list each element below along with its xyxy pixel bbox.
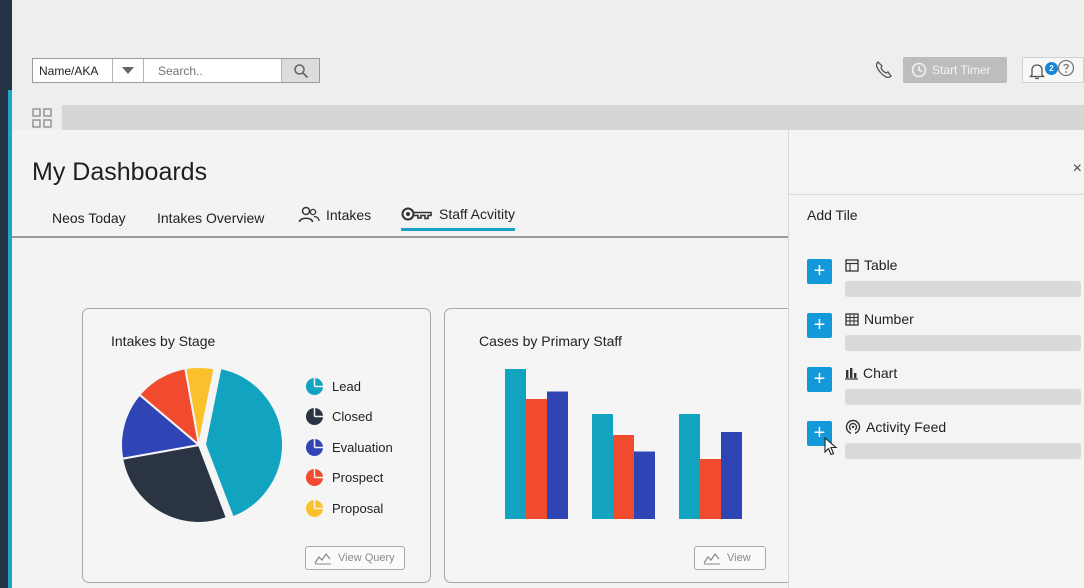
bar-group-1-series-2 (526, 399, 547, 519)
view-query-button[interactable]: View Query (305, 546, 405, 570)
header-actions: 2 (1022, 57, 1084, 83)
search-input[interactable] (144, 59, 281, 82)
legend-label: Evaluation (332, 439, 393, 455)
view-button[interactable]: View (694, 546, 766, 570)
tile-label: Number (845, 311, 914, 327)
pie-slice-icon (305, 469, 324, 487)
close-icon[interactable]: × (1073, 160, 1082, 178)
panel-divider (789, 194, 1084, 195)
search-icon (293, 63, 308, 78)
table-icon (845, 258, 859, 272)
view-label: View (727, 552, 751, 564)
tile-label-text: Activity Feed (866, 419, 947, 435)
tab-label: Intakes (326, 207, 372, 223)
bar-group-2-series-2 (613, 435, 634, 519)
add-table-tile-button[interactable]: + (807, 259, 832, 284)
bar-group-1-series-3 (547, 391, 568, 519)
intakes-by-stage-card: Intakes by Stage Lead Closed Evaluation … (82, 308, 431, 583)
page-title: My Dashboards (32, 158, 208, 186)
tile-label: Chart (845, 365, 897, 381)
chevron-down-icon[interactable] (113, 59, 144, 82)
tile-description-placeholder (845, 443, 1081, 459)
tile-label: Table (845, 257, 897, 273)
tile-label-text: Chart (863, 365, 898, 381)
search-button[interactable] (281, 59, 319, 82)
bar-group-1-series-1 (505, 369, 526, 519)
search-group: Name/AKA (32, 58, 320, 83)
bar-group-2-series-1 (592, 414, 613, 519)
start-timer-button[interactable]: Start Timer (903, 57, 1007, 83)
number-grid-icon (845, 312, 859, 326)
tab-staff-activity[interactable]: Staff Acvitity (401, 206, 515, 231)
chart-line-icon (314, 552, 331, 565)
app-left-rail (0, 0, 12, 588)
panel-title: Add Tile (807, 207, 858, 223)
tile-description-placeholder (845, 389, 1081, 405)
phone-icon[interactable] (874, 60, 894, 85)
tab-label: Intakes Overview (157, 210, 265, 226)
dashboard-tabs: Neos Today Intakes Overview Intakes Staf… (12, 198, 788, 238)
legend-item-lead: Lead (305, 371, 393, 402)
view-query-label: View Query (338, 552, 395, 564)
key-icon (401, 207, 432, 221)
legend-item-proposal: Proposal (305, 493, 393, 524)
search-type-select[interactable]: Name/AKA (33, 59, 113, 82)
cases-by-primary-staff-card: Cases by Primary Staff View (444, 308, 804, 583)
bar-chart-icon (845, 367, 858, 380)
tab-label: Neos Today (52, 210, 126, 226)
bar-group-3-series-3 (721, 432, 742, 519)
activity-feed-icon (845, 419, 861, 435)
add-chart-tile-button[interactable]: + (807, 367, 832, 392)
tab-intakes[interactable]: Intakes (298, 206, 371, 224)
tile-description-placeholder (845, 335, 1081, 351)
legend-label: Prospect (332, 470, 384, 486)
tile-label-text: Number (864, 311, 914, 327)
toolbar-strip (62, 105, 1084, 130)
pie-slice-icon (305, 438, 324, 456)
tile-label: Activity Feed (845, 419, 946, 435)
legend-item-evaluation: Evaluation (305, 432, 393, 463)
people-icon (298, 206, 320, 223)
bar-group-3-series-2 (700, 459, 721, 519)
add-tile-panel: × Add Tile + Table + Number + Chart + Ac… (788, 130, 1084, 588)
tab-neos-today[interactable]: Neos Today (52, 210, 126, 226)
bar-chart (505, 369, 742, 519)
pie-slice-icon (305, 499, 324, 517)
dashboard-main: My Dashboards Neos Today Intakes Overvie… (12, 130, 804, 588)
notification-badge: 2 (1045, 62, 1058, 75)
bell-icon[interactable]: 2 (1029, 60, 1058, 80)
pie-legend: Lead Closed Evaluation Prospect Proposal (305, 371, 393, 524)
clock-icon (911, 62, 927, 78)
tab-label: Staff Acvitity (439, 206, 515, 222)
mouse-pointer-icon (824, 436, 838, 462)
pie-slice-icon (305, 377, 324, 395)
pie-slice-icon (305, 408, 324, 426)
chart-line-icon (703, 552, 720, 565)
card-title: Cases by Primary Staff (479, 333, 622, 349)
bar-group-2-series-3 (634, 451, 655, 519)
tile-option-chart: + Chart (807, 365, 1084, 411)
legend-item-closed: Closed (305, 402, 393, 433)
top-bar: Name/AKA Start Timer 2 (12, 0, 1084, 96)
tile-option-activity-feed: + Activity Feed (807, 419, 1084, 465)
start-timer-label: Start Timer (932, 63, 991, 77)
tile-description-placeholder (845, 281, 1081, 297)
pie-chart (120, 366, 283, 524)
tile-option-table: + Table (807, 257, 1084, 303)
add-number-tile-button[interactable]: + (807, 313, 832, 338)
legend-label: Closed (332, 409, 373, 425)
tab-intakes-overview[interactable]: Intakes Overview (157, 210, 264, 226)
legend-item-prospect: Prospect (305, 463, 393, 494)
bar-group-3-series-1 (679, 414, 700, 519)
help-icon[interactable] (1057, 59, 1075, 82)
card-title: Intakes by Stage (111, 333, 216, 349)
tile-option-number: + Number (807, 311, 1084, 357)
legend-label: Proposal (332, 500, 384, 516)
tile-label-text: Table (864, 257, 898, 273)
legend-label: Lead (332, 378, 361, 394)
